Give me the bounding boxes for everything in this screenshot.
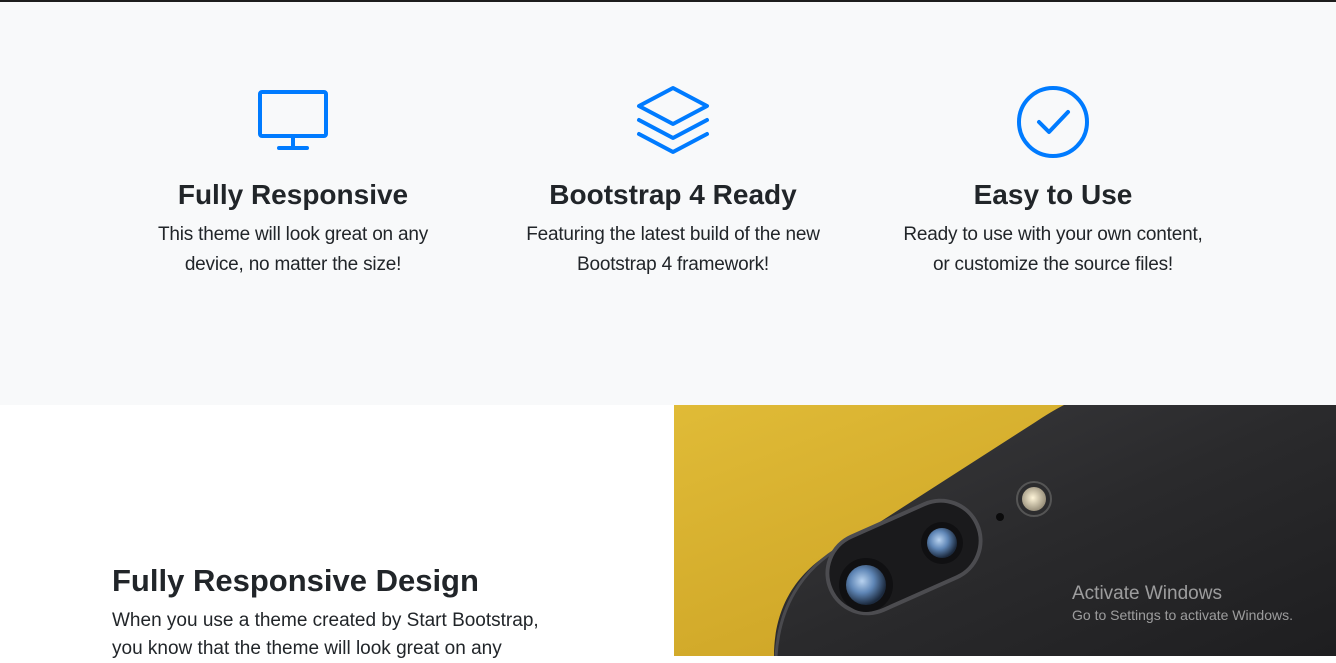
check-circle-icon	[1017, 86, 1089, 158]
showcase-description: When you use a theme created by Start Bo…	[112, 610, 539, 659]
feature-description: Featuring the latest build of the new Bo…	[526, 224, 820, 275]
showcase-title: Fully Responsive Design	[112, 563, 479, 598]
feature-description: This theme will look great on any device…	[157, 224, 429, 275]
feature-description: Ready to use with your own content, or c…	[903, 224, 1203, 275]
feature-bootstrap-ready: Bootstrap 4 Ready Featuring the latest b…	[503, 84, 843, 280]
feature-fully-responsive: Fully Responsive This theme will look gr…	[123, 84, 463, 280]
desktop-icon	[258, 90, 328, 150]
icons-section: Fully Responsive This theme will look gr…	[0, 2, 1336, 405]
watermark-subtitle: Go to Settings to activate Windows.	[1072, 607, 1293, 623]
watermark-title: Activate Windows	[1072, 583, 1222, 604]
feature-title: Easy to Use	[973, 179, 1133, 210]
feature-title: Bootstrap 4 Ready	[549, 179, 797, 210]
layers-icon	[637, 86, 709, 154]
windows-activation-watermark: Activate Windows Go to Settings to activ…	[1072, 582, 1293, 624]
showcase-text: Fully Responsive Design When you use a t…	[112, 561, 552, 663]
feature-title: Fully Responsive	[177, 179, 409, 210]
feature-easy-to-use: Easy to Use Ready to use with your own c…	[883, 84, 1223, 280]
